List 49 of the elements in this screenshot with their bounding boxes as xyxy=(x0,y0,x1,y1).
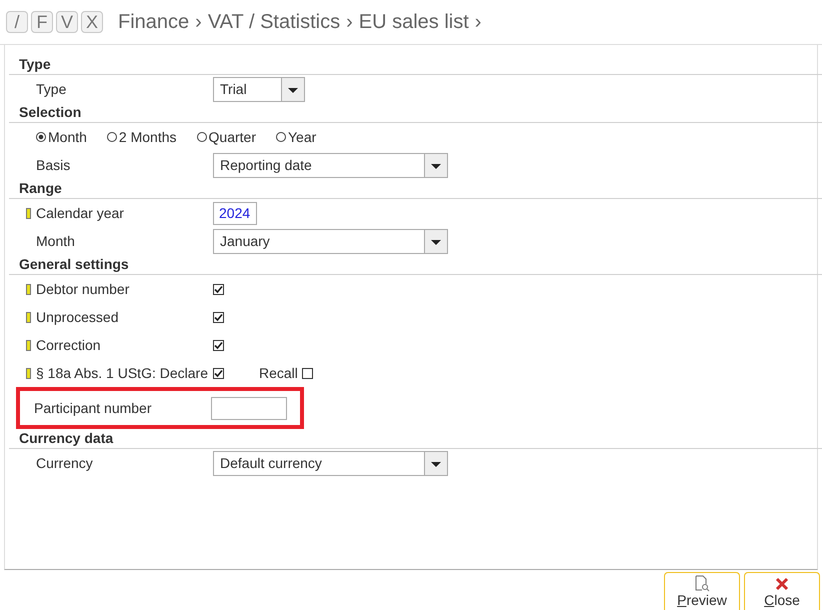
field-label: Basis xyxy=(36,157,72,173)
field-label: Debtor number xyxy=(36,281,130,297)
dropdown[interactable]: Reporting date xyxy=(213,152,448,178)
radio-label[interactable]: Month xyxy=(48,129,87,145)
section-heading: Type xyxy=(9,55,822,75)
radio-button[interactable] xyxy=(276,132,286,142)
radio-button[interactable] xyxy=(106,132,117,142)
shortcut-key[interactable]: X xyxy=(81,11,103,33)
checkbox[interactable] xyxy=(302,368,313,378)
text-field[interactable]: 2024 xyxy=(213,202,257,224)
shortcut-key[interactable]: V xyxy=(56,11,78,33)
breadcrumb-separator: › xyxy=(346,10,353,34)
section-heading: Currency data xyxy=(9,429,822,449)
field-label: Unprocessed xyxy=(36,309,120,325)
document-search-icon xyxy=(694,575,710,592)
shortcut-key[interactable]: / xyxy=(6,11,28,33)
breadcrumb-item[interactable]: Finance xyxy=(118,10,190,34)
radio-button[interactable] xyxy=(36,132,46,142)
close-button[interactable]: Close xyxy=(744,572,820,610)
checkbox[interactable] xyxy=(213,368,224,378)
radio-label[interactable]: Quarter xyxy=(208,129,256,145)
section-heading: Selection xyxy=(9,103,822,123)
radio-label[interactable]: Year xyxy=(288,129,316,145)
field-label: Calendar year xyxy=(36,205,125,221)
preview-button[interactable]: Preview xyxy=(664,572,740,610)
field-label: Month xyxy=(36,233,76,249)
dropdown[interactable]: January xyxy=(213,228,448,254)
field-label: Participant number xyxy=(34,400,153,416)
checkbox[interactable] xyxy=(213,312,224,322)
breadcrumb-item[interactable]: EU sales list xyxy=(358,10,469,34)
close-icon xyxy=(774,575,790,592)
breadcrumb-separator: › xyxy=(474,10,482,34)
text-field[interactable] xyxy=(211,396,287,420)
field-label: Currency xyxy=(36,455,94,471)
field-label: § 18a Abs. 1 UStG: Declare xyxy=(36,365,209,381)
dropdown[interactable]: Default currency xyxy=(213,450,448,476)
section-heading: General settings xyxy=(9,255,822,275)
breadcrumb-separator: › xyxy=(195,10,202,34)
field-label: Type xyxy=(36,81,68,97)
dropdown[interactable]: Trial xyxy=(213,76,305,102)
checkbox[interactable] xyxy=(213,340,224,350)
checkbox[interactable] xyxy=(213,284,224,294)
field-label: Recall xyxy=(259,365,298,381)
shortcut-key[interactable]: F xyxy=(31,11,53,33)
radio-label[interactable]: 2 Months xyxy=(118,129,177,145)
breadcrumb-item[interactable]: VAT / Statistics xyxy=(208,10,340,34)
radio-button[interactable] xyxy=(196,132,207,142)
section-heading: Range xyxy=(9,179,822,199)
field-label: Correction xyxy=(36,337,102,353)
